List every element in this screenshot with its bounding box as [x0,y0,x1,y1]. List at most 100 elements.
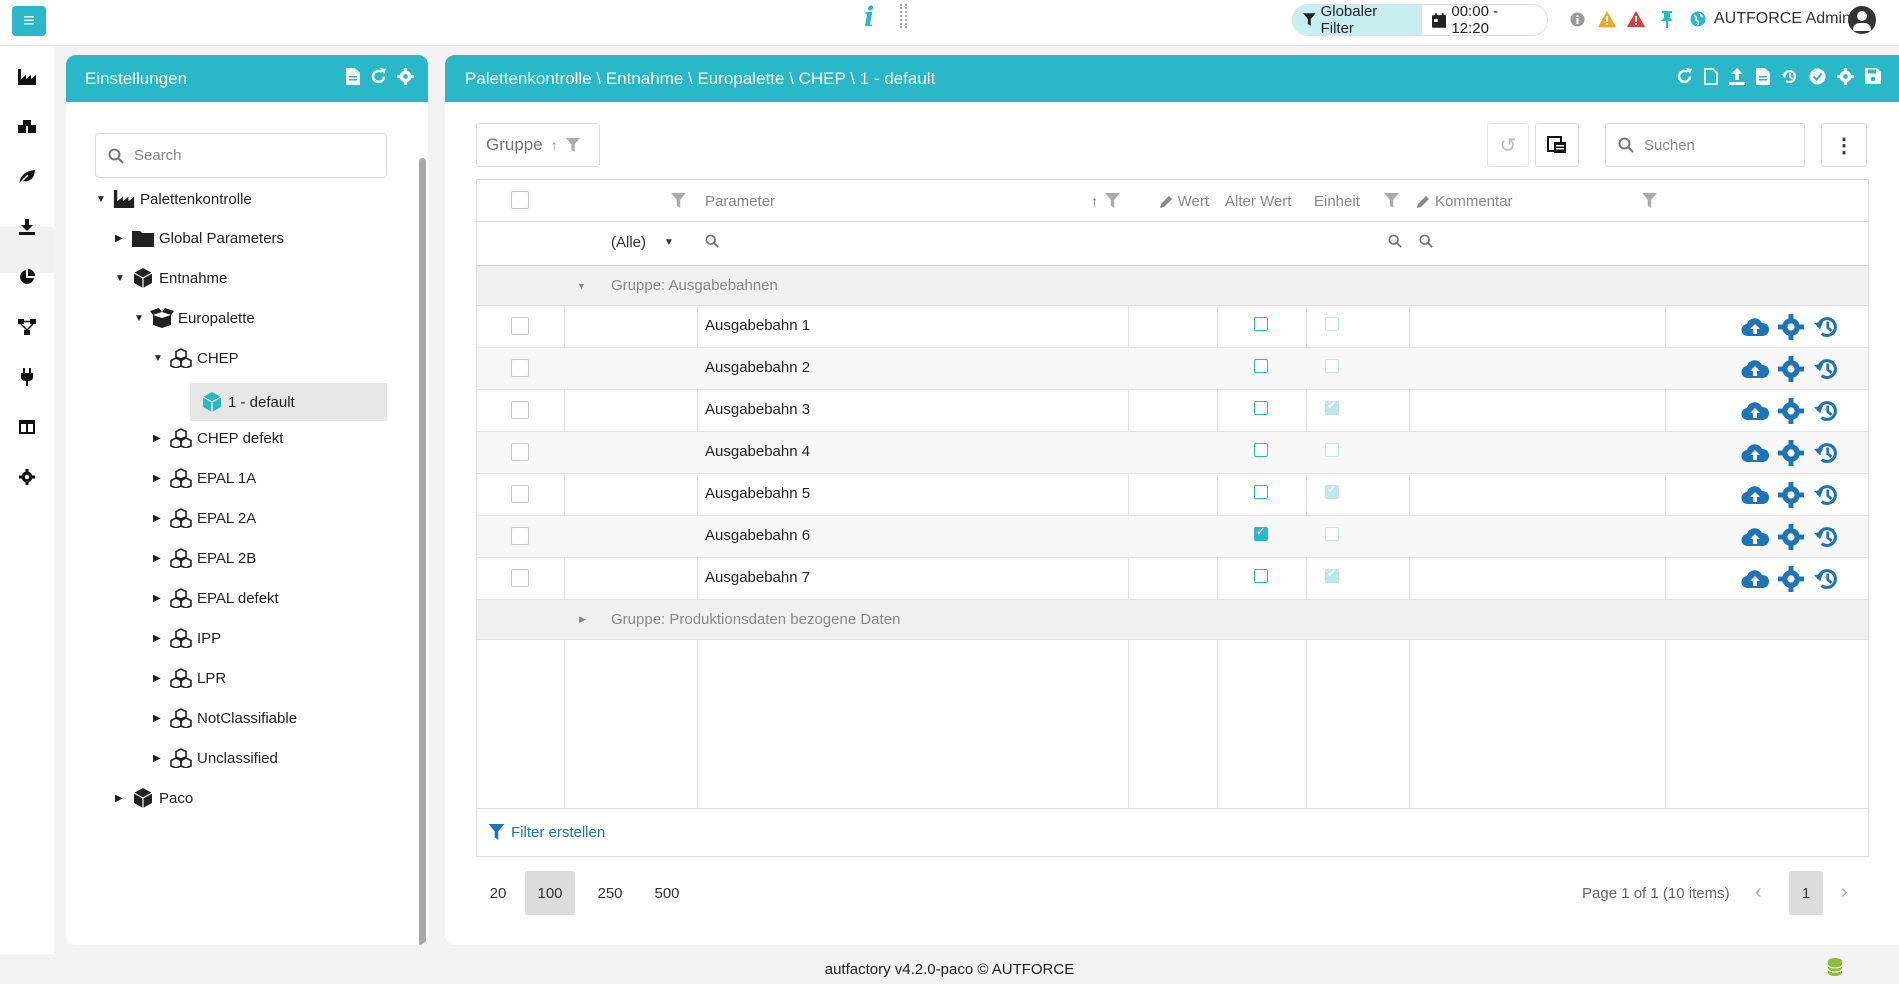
page-size-500[interactable]: 500 [642,871,692,915]
warning-icon[interactable] [1598,11,1616,27]
save-icon[interactable] [1865,68,1881,84]
tree-node-europalette[interactable]: ▼ Europalette [134,303,255,333]
error-icon[interactable] [1627,11,1645,27]
pin-icon[interactable] [1660,11,1674,28]
column-header-parameter[interactable]: Parameter ↑ [697,180,1128,222]
cloud-upload-icon[interactable] [1741,482,1769,508]
pie-chart-icon[interactable] [16,266,38,288]
history-icon[interactable] [1813,314,1841,340]
gear-icon[interactable] [1777,524,1805,550]
caret-down-icon[interactable]: ▼ [134,313,150,324]
tree-node-entnahme[interactable]: ▼ Entnahme [115,263,227,293]
tree-node-epal-2b[interactable]: ▶ EPAL 2B [153,543,256,573]
filter-create-link[interactable]: Filter erstellen [477,808,1868,856]
database-icon[interactable] [1828,958,1842,976]
caret-right-icon[interactable]: ▶ [153,513,169,524]
tree-node-paco[interactable]: ▶ Paco [115,783,193,813]
history-icon[interactable] [1781,68,1798,85]
row-checkbox[interactable] [511,485,529,503]
new-file-icon[interactable] [1704,68,1718,85]
gear-icon[interactable] [1777,398,1805,424]
history-icon[interactable] [1813,482,1841,508]
caret-right-icon[interactable]: ▶ [153,753,169,764]
file-icon[interactable] [1756,68,1770,85]
next-page-icon[interactable]: › [1841,881,1848,904]
more-options-button[interactable]: ⋮ [1821,123,1867,167]
cloud-upload-icon[interactable] [1741,524,1769,550]
row-checkbox[interactable] [511,401,529,419]
table-row[interactable]: Ausgabebahn 7 [477,558,1868,600]
sort-asc-icon[interactable]: ↑ [551,137,558,153]
caret-right-icon[interactable]: ▶ [153,473,169,484]
gear-icon[interactable] [1777,482,1805,508]
row-checkbox[interactable] [511,359,529,377]
gear-icon[interactable] [16,466,38,488]
caret-down-icon[interactable]: ▼ [153,353,169,364]
tree-node-ipp[interactable]: ▶ IPP [153,623,221,653]
global-filter[interactable]: Globaler Filter 00:00 - 12:20 [1292,4,1548,36]
tree-node-chep-defekt[interactable]: ▶ CHEP defekt [153,423,283,453]
group-row-ausgabebahnen[interactable]: ▼ Gruppe: Ausgabebahnen [477,266,1868,306]
page-size-20[interactable]: 20 [476,871,520,915]
table-row[interactable]: Ausgabebahn 5 [477,474,1868,516]
user-avatar-icon[interactable] [1848,6,1876,34]
column-header-kommentar[interactable]: Kommentar [1409,180,1665,222]
row-checkbox[interactable] [511,317,529,335]
search-icon[interactable] [705,234,719,248]
tree-node-palettenkontrolle[interactable]: ▼ Palettenkontrolle [96,184,252,214]
grid-search-input[interactable]: Suchen [1605,123,1805,167]
wert-checkbox[interactable] [1254,443,1268,457]
leaf-icon[interactable] [16,166,38,188]
column-chooser-button[interactable] [1535,123,1579,167]
tree-node-chep[interactable]: ▼ CHEP [153,343,239,373]
filter-icon[interactable] [1105,193,1120,209]
filter-icon[interactable] [671,193,686,209]
globe-icon[interactable] [1690,11,1706,27]
history-icon[interactable] [1813,356,1841,382]
time-range-button[interactable]: 00:00 - 12:20 [1422,5,1547,35]
table-row[interactable]: Ausgabebahn 4 [477,432,1868,474]
settings-search-input[interactable]: Search [95,133,387,178]
caret-right-icon[interactable]: ▶ [115,233,131,244]
tree-node-lpr[interactable]: ▶ LPR [153,663,226,693]
wert-checkbox[interactable] [1254,525,1268,541]
row-checkbox[interactable] [511,527,529,545]
file-icon[interactable] [346,68,360,85]
download-icon[interactable] [16,216,38,238]
gear-icon[interactable] [1777,314,1805,340]
caret-right-icon[interactable]: ▶ [115,793,131,804]
group-row-produktionsdaten[interactable]: ▶ Gruppe: Produktionsdaten bezogene Date… [477,600,1868,640]
sort-asc-icon[interactable]: ↑ [1091,193,1098,209]
search-icon[interactable] [1419,234,1433,248]
gear-icon[interactable] [1777,440,1805,466]
filter-icon[interactable] [565,137,580,153]
caret-down-icon[interactable]: ▼ [577,281,586,291]
table-row[interactable]: Ausgabebahn 1 [477,306,1868,348]
caret-right-icon[interactable]: ▶ [153,553,169,564]
cloud-upload-icon[interactable] [1741,356,1769,382]
caret-right-icon[interactable]: ▶ [153,633,169,644]
settings-scrollbar[interactable] [417,103,428,945]
network-icon[interactable] [16,316,38,338]
undo-button[interactable]: ↺ [1487,123,1529,167]
tree-node-unclassified[interactable]: ▶ Unclassified [153,743,278,773]
history-icon[interactable] [1813,524,1841,550]
wert-checkbox[interactable] [1254,569,1268,583]
factory-icon[interactable] [16,66,38,88]
boxes-icon[interactable] [16,116,38,138]
prev-page-icon[interactable]: ‹ [1755,881,1762,904]
history-icon[interactable] [1813,398,1841,424]
tree-node-global-parameters[interactable]: ▶ Global Parameters [115,223,284,253]
caret-right-icon[interactable]: ▶ [579,614,586,625]
gear-icon[interactable] [1777,566,1805,592]
row-checkbox[interactable] [511,569,529,587]
gear-icon[interactable] [1777,356,1805,382]
info-icon[interactable]: i [864,2,874,33]
search-icon[interactable] [1388,234,1402,248]
cloud-upload-icon[interactable] [1741,314,1769,340]
check-circle-icon[interactable] [1809,68,1826,85]
row-checkbox[interactable] [511,443,529,461]
wert-checkbox[interactable] [1254,401,1268,415]
dots-icon[interactable] [900,4,907,28]
refresh-icon[interactable] [370,68,387,85]
